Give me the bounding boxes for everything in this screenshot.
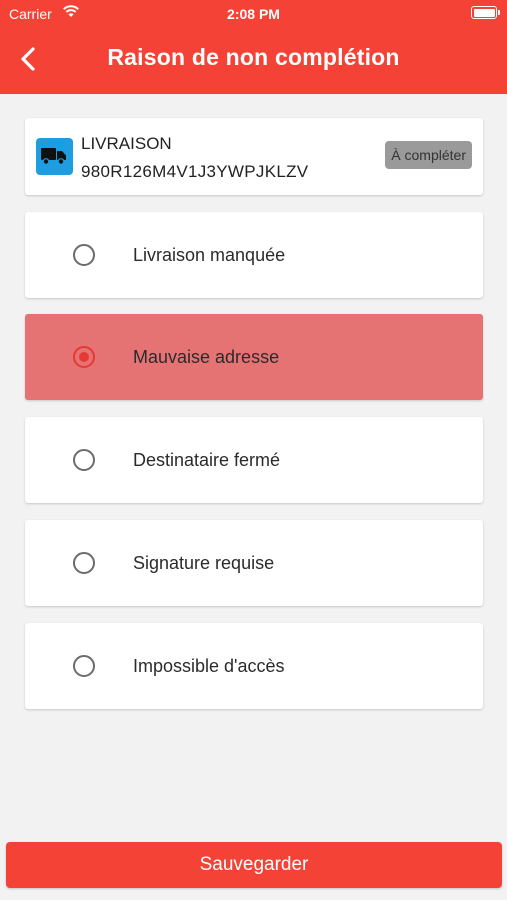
option-label: Signature requise — [133, 553, 275, 573]
option-signature-requise[interactable]: Signature requise — [25, 520, 483, 606]
option-label: Destinataire fermé — [133, 450, 281, 470]
status-badge: À compléter — [385, 141, 472, 169]
battery-icon — [471, 6, 500, 19]
radio-button[interactable] — [73, 655, 95, 677]
shipment-card: LIVRAISON 980R126M4V1J3YWPJKLZV À complé… — [25, 118, 483, 195]
radio-button[interactable] — [73, 552, 95, 574]
radio-button-selected[interactable] — [73, 346, 95, 368]
radio-button[interactable] — [73, 449, 95, 471]
page-title: Raison de non complétion — [107, 44, 400, 70]
option-destinataire-ferme[interactable]: Destinataire fermé — [25, 417, 483, 503]
option-label: Livraison manquée — [133, 245, 286, 265]
truck-icon — [36, 138, 73, 175]
shipment-type: LIVRAISON — [81, 134, 172, 153]
option-impossible-acces[interactable]: Impossible d'accès — [25, 623, 483, 709]
option-mauvaise-adresse[interactable]: Mauvaise adresse — [25, 314, 483, 400]
status-time: 2:08 PM — [227, 6, 280, 22]
status-bar: Carrier 2:08 PM — [0, 0, 507, 28]
radio-button[interactable] — [73, 244, 95, 266]
save-button[interactable]: Sauvegarder — [6, 842, 502, 888]
option-label: Impossible d'accès — [133, 656, 285, 676]
shipment-code: 980R126M4V1J3YWPJKLZV — [81, 162, 309, 181]
top-app-bar: Carrier 2:08 PM Raison de non complétion — [0, 0, 507, 94]
option-livraison-manquee[interactable]: Livraison manquée — [25, 212, 483, 298]
option-label: Mauvaise adresse — [133, 347, 280, 367]
